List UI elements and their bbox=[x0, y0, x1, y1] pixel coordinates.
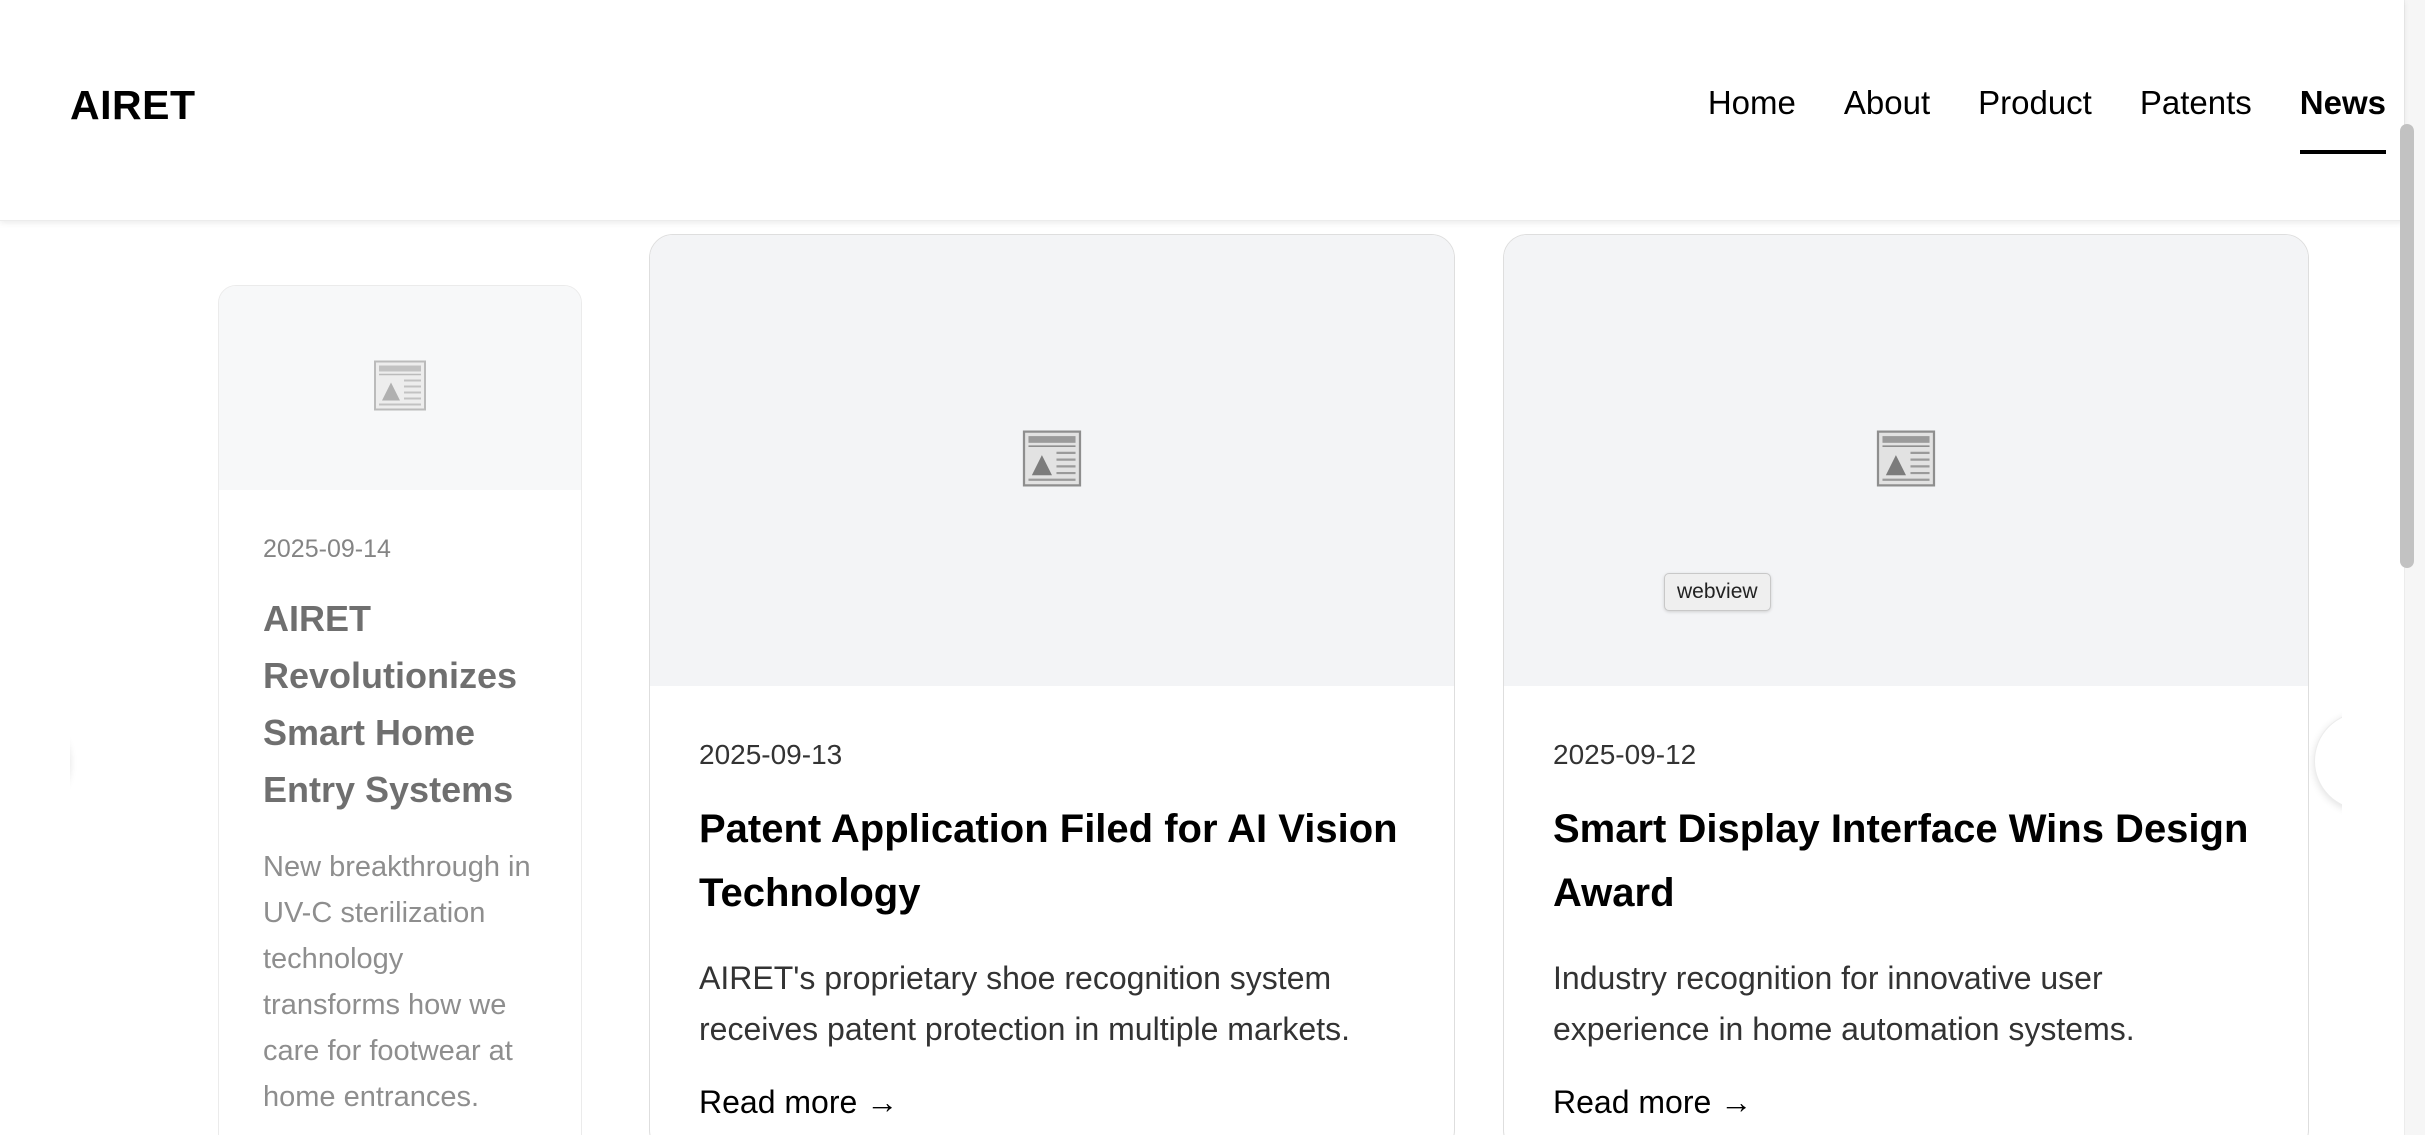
carousel-edge-mask-left bbox=[0, 222, 70, 1135]
site-header: AIRET Home About Product Patents News bbox=[0, 0, 2404, 221]
news-card-description: Industry recognition for innovative user… bbox=[1553, 960, 2135, 1047]
nav-news[interactable]: News bbox=[2299, 84, 2387, 154]
news-card-date: 2025-09-13 bbox=[699, 739, 843, 770]
news-card-description: New breakthrough in UV-C sterilization t… bbox=[263, 851, 531, 1113]
news-card-date: 2025-09-14 bbox=[263, 535, 391, 563]
news-card-title: Patent Application Filed for AI Vision T… bbox=[699, 807, 1398, 915]
read-more-link[interactable]: Read more → bbox=[699, 1084, 898, 1121]
news-card-date: 2025-09-12 bbox=[1553, 739, 1697, 770]
news-card-image bbox=[650, 235, 1454, 686]
news-card[interactable]: 2025-09-14 AIRET Revolutionizes Smart Ho… bbox=[218, 285, 582, 1135]
main-nav: Home About Product Patents News bbox=[1660, 84, 2387, 154]
news-card-image bbox=[1504, 235, 2308, 686]
scrollbar-thumb[interactable] bbox=[2400, 124, 2414, 568]
newspaper-icon bbox=[1876, 430, 1936, 491]
nav-patents[interactable]: Patents bbox=[2140, 84, 2252, 154]
news-card-title: Smart Display Interface Wins Design Awar… bbox=[1553, 807, 2249, 915]
news-card[interactable]: 2025-09-13 Patent Application Filed for … bbox=[649, 234, 1455, 1135]
news-card[interactable]: 2025-09-12 Smart Display Interface Wins … bbox=[1503, 234, 2309, 1135]
nav-home[interactable]: Home bbox=[1708, 84, 1796, 154]
news-card-image bbox=[219, 286, 581, 490]
site-logo[interactable]: AIRET bbox=[70, 82, 196, 129]
news-card-body: 2025-09-12 Smart Display Interface Wins … bbox=[1504, 686, 2308, 1121]
carousel-edge-mask-right bbox=[2342, 222, 2404, 1135]
webview-tooltip: webview bbox=[1664, 573, 1771, 611]
news-card-title: AIRET Revolutionizes Smart Home Entry Sy… bbox=[263, 598, 518, 810]
news-card-body: 2025-09-13 Patent Application Filed for … bbox=[650, 686, 1454, 1121]
news-carousel: 2025-09-14 AIRET Revolutionizes Smart Ho… bbox=[0, 222, 2404, 1135]
news-card-description: AIRET's proprietary shoe recognition sys… bbox=[699, 960, 1350, 1047]
nav-product[interactable]: Product bbox=[1978, 84, 2092, 154]
newspaper-icon bbox=[374, 360, 426, 416]
nav-about[interactable]: About bbox=[1844, 84, 1930, 154]
read-more-link[interactable]: Read more → bbox=[1553, 1084, 1752, 1121]
newspaper-icon bbox=[1022, 430, 1082, 491]
news-card-body: 2025-09-14 AIRET Revolutionizes Smart Ho… bbox=[219, 490, 581, 1120]
